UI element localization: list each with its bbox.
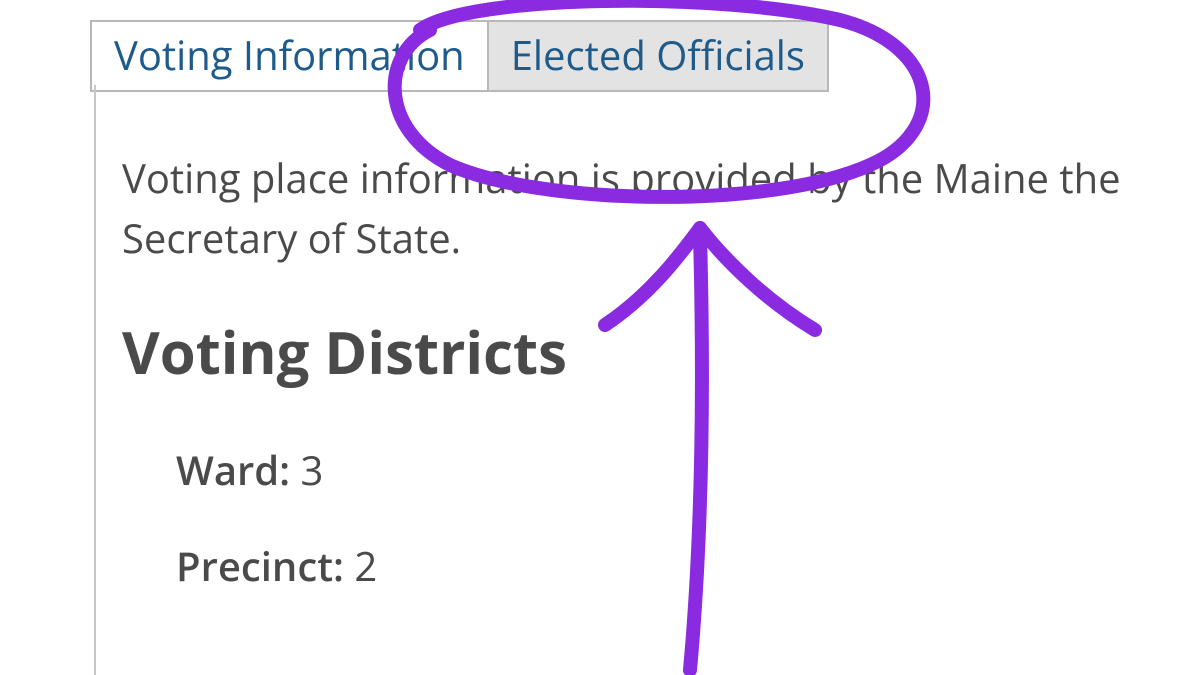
- tab-voting-information[interactable]: Voting Information: [92, 22, 487, 90]
- content-left-border: [94, 85, 96, 675]
- ward-label: Ward:: [176, 442, 290, 497]
- precinct-row: Precinct: 2: [176, 538, 377, 593]
- voting-districts-heading: Voting Districts: [122, 312, 567, 391]
- tab-elected-officials[interactable]: Elected Officials: [487, 22, 827, 90]
- ward-row: Ward: 3: [176, 442, 323, 497]
- ward-value: 3: [301, 442, 324, 497]
- intro-paragraph: Voting place information is provided by …: [122, 148, 1200, 268]
- precinct-value: 2: [354, 538, 377, 593]
- precinct-label: Precinct:: [176, 538, 344, 593]
- tab-bar: Voting Information Elected Officials: [90, 20, 829, 92]
